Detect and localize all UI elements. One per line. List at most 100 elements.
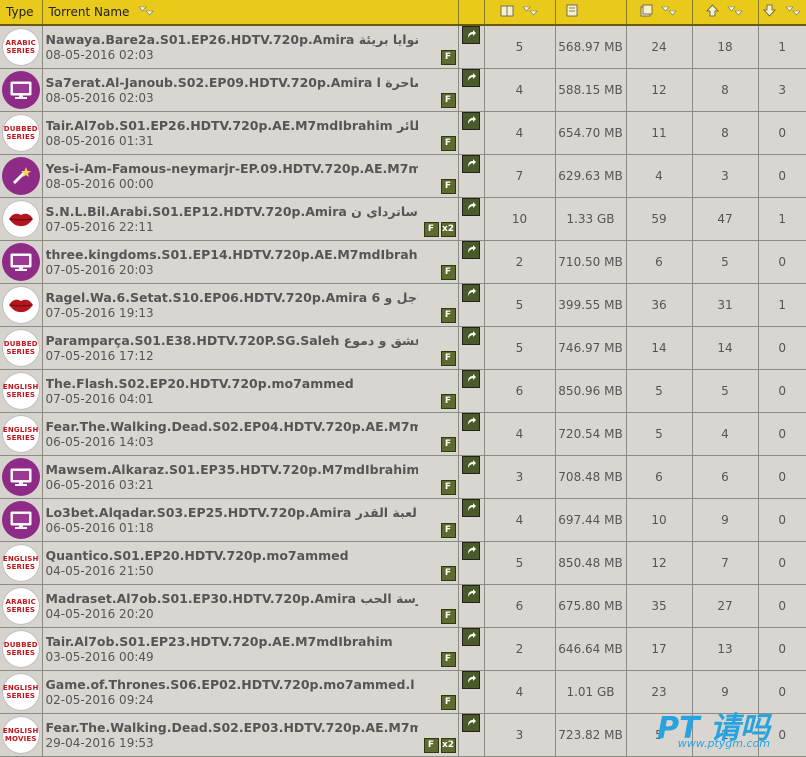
type-cell bbox=[0, 240, 43, 284]
download-icon[interactable] bbox=[462, 241, 480, 259]
download-cell bbox=[458, 25, 485, 69]
name-cell: Mawsem.Alkaraz.S01.EP35.HDTV.720p.M7mdIb… bbox=[42, 455, 459, 499]
seeders-count: 17 bbox=[626, 627, 693, 671]
english-series-badge[interactable]: ENGLISH SERIES bbox=[1, 673, 40, 711]
type-column-header[interactable]: Type bbox=[0, 0, 43, 26]
torrent-name-link[interactable]: Fear.The.Walking.Dead.S02.EP03.HDTV.720p… bbox=[46, 720, 418, 735]
name-cell: Nawaya.Bare2a.S01.EP26.HDTV.720p.Amira ن… bbox=[42, 25, 459, 69]
free-badge: F bbox=[440, 50, 456, 65]
torrent-name-link[interactable]: S.N.L.Bil.Arabi.S01.EP12.HDTV.720p.Amira… bbox=[46, 204, 418, 219]
type-cell: ARABIC SERIES bbox=[0, 584, 43, 628]
english-series-badge[interactable]: ENGLISH SERIES bbox=[1, 372, 40, 410]
sort-icon[interactable] bbox=[784, 5, 802, 20]
free-badge: F bbox=[440, 695, 456, 710]
download-icon[interactable] bbox=[462, 628, 480, 646]
completed-count: 0 bbox=[758, 326, 806, 370]
dubbed-series-badge[interactable]: DUBBED SERIES bbox=[1, 630, 40, 668]
download-icon[interactable] bbox=[462, 714, 480, 732]
name-column-header[interactable]: Torrent Name bbox=[42, 0, 459, 26]
torrent-name-link[interactable]: Paramparça.S01.E38.HDTV.720P.SG.Saleh عش… bbox=[46, 333, 418, 348]
torrent-name-link[interactable]: Yes-i-Am-Famous-neymarjr-EP.09.HDTV.720p… bbox=[46, 161, 418, 176]
torrent-name-link[interactable]: Mawsem.Alkaraz.S01.EP35.HDTV.720p.M7mdIb… bbox=[46, 462, 418, 477]
torrent-name-link[interactable]: Tair.Al7ob.S01.EP23.HDTV.720p.AE.M7mdIbr… bbox=[46, 634, 418, 649]
tv-icon[interactable] bbox=[1, 501, 40, 539]
files-column-header[interactable] bbox=[484, 0, 556, 26]
download-icon[interactable] bbox=[462, 112, 480, 130]
name-cell: Ragel.Wa.6.Setat.S10.EP06.HDTV.720p.Amir… bbox=[42, 283, 459, 327]
torrent-name-link[interactable]: Ragel.Wa.6.Setat.S10.EP06.HDTV.720p.Amir… bbox=[46, 290, 418, 305]
size-column-header[interactable] bbox=[555, 0, 627, 26]
sort-icon[interactable] bbox=[726, 5, 744, 20]
download-icon[interactable] bbox=[462, 327, 480, 345]
free-badge: F bbox=[440, 609, 456, 624]
english-movies-badge[interactable]: ENGLISH MOVIES bbox=[1, 716, 40, 754]
download-icon[interactable] bbox=[462, 284, 480, 302]
seeders-count: 23 bbox=[626, 670, 693, 714]
name-cell: three.kingdoms.S01.EP14.HDTV.720p.AE.M7m… bbox=[42, 240, 459, 284]
seeders-column-header[interactable] bbox=[626, 0, 693, 26]
lips-icon[interactable] bbox=[1, 286, 40, 324]
file-size: 568.97 MB bbox=[555, 25, 627, 69]
download-icon[interactable] bbox=[462, 456, 480, 474]
seeders-count: 5 bbox=[626, 713, 693, 757]
torrent-flags: F bbox=[440, 351, 456, 366]
download-icon[interactable] bbox=[462, 585, 480, 603]
leechers-column-header[interactable] bbox=[692, 0, 759, 26]
tv-icon[interactable] bbox=[1, 458, 40, 496]
download-cell bbox=[458, 68, 485, 112]
download-icon[interactable] bbox=[462, 26, 480, 44]
download-icon[interactable] bbox=[462, 370, 480, 388]
torrent-name-link[interactable]: Tair.Al7ob.S01.EP26.HDTV.720p.AE.M7mdIbr… bbox=[46, 118, 418, 133]
tv-icon[interactable] bbox=[1, 71, 40, 109]
download-icon[interactable] bbox=[462, 499, 480, 517]
name-cell: Lo3bet.Alqadar.S03.EP25.HDTV.720p.Amira … bbox=[42, 498, 459, 542]
free-badge: F bbox=[440, 308, 456, 323]
sort-icon[interactable] bbox=[137, 5, 155, 20]
dubbed-series-badge[interactable]: DUBBED SERIES bbox=[1, 114, 40, 152]
lips-icon[interactable] bbox=[1, 200, 40, 238]
torrent-name-link[interactable]: three.kingdoms.S01.EP14.HDTV.720p.AE.M7m… bbox=[46, 247, 418, 262]
torrent-row: Sa7erat.Al-Janoub.S02.EP09.HDTV.720p.Ami… bbox=[0, 68, 806, 112]
torrent-name-link[interactable]: Quantico.S01.EP20.HDTV.720p.mo7ammed bbox=[46, 548, 418, 563]
download-icon[interactable] bbox=[462, 671, 480, 689]
dubbed-series-badge[interactable]: DUBBED SERIES bbox=[1, 329, 40, 367]
torrent-name-link[interactable]: Madraset.Al7ob.S01.EP30.HDTV.720p.Amira … bbox=[46, 591, 418, 606]
download-icon[interactable] bbox=[462, 69, 480, 87]
completed-column-header[interactable] bbox=[758, 0, 806, 26]
free-badge: F bbox=[440, 179, 456, 194]
download-icon[interactable] bbox=[462, 542, 480, 560]
badge-line-2: SERIES bbox=[6, 563, 36, 571]
upload-date: 04-05-2016 21:50 bbox=[45, 564, 154, 578]
torrent-name-link[interactable]: Game.of.Thrones.S06.EP02.HDTV.720p.mo7am… bbox=[46, 677, 418, 692]
type-cell bbox=[0, 197, 43, 241]
type-cell: DUBBED SERIES bbox=[0, 326, 43, 370]
arabic-series-badge[interactable]: ARABIC SERIES bbox=[1, 587, 40, 625]
seeders-count: 6 bbox=[626, 240, 693, 284]
type-cell: ENGLISH SERIES bbox=[0, 369, 43, 413]
name-cell: Sa7erat.Al-Janoub.S02.EP09.HDTV.720p.Ami… bbox=[42, 68, 459, 112]
download-icon[interactable] bbox=[462, 413, 480, 431]
english-series-badge[interactable]: ENGLISH SERIES bbox=[1, 415, 40, 453]
torrent-name-link[interactable]: Nawaya.Bare2a.S01.EP26.HDTV.720p.Amira ن… bbox=[46, 32, 418, 47]
torrent-flags: F bbox=[440, 523, 456, 538]
name-cell: Madraset.Al7ob.S01.EP30.HDTV.720p.Amira … bbox=[42, 584, 459, 628]
torrent-name-link[interactable]: Sa7erat.Al-Janoub.S02.EP09.HDTV.720p.Ami… bbox=[46, 75, 418, 90]
seeders-count: 4 bbox=[626, 154, 693, 198]
torrent-flags: F bbox=[440, 609, 456, 624]
torrent-name-link[interactable]: Fear.The.Walking.Dead.S02.EP04.HDTV.720p… bbox=[46, 419, 418, 434]
download-column-header bbox=[458, 0, 485, 26]
english-series-badge[interactable]: ENGLISH SERIES bbox=[1, 544, 40, 582]
download-icon[interactable] bbox=[462, 198, 480, 216]
files-count: 6 bbox=[484, 584, 556, 628]
torrent-flags: F bbox=[440, 480, 456, 495]
sort-icon[interactable] bbox=[521, 5, 539, 20]
torrent-name-link[interactable]: Lo3bet.Alqadar.S03.EP25.HDTV.720p.Amira … bbox=[46, 505, 418, 520]
arabic-series-badge[interactable]: ARABIC SERIES bbox=[1, 28, 40, 66]
download-icon[interactable] bbox=[462, 155, 480, 173]
badge-line-2: SERIES bbox=[6, 133, 36, 141]
sort-icon[interactable] bbox=[660, 5, 678, 20]
torrent-name-link[interactable]: The.Flash.S02.EP20.HDTV.720p.mo7ammed bbox=[46, 376, 418, 391]
badge-line-2: SERIES bbox=[6, 434, 36, 442]
magic-icon[interactable] bbox=[1, 157, 40, 195]
tv-icon[interactable] bbox=[1, 243, 40, 281]
